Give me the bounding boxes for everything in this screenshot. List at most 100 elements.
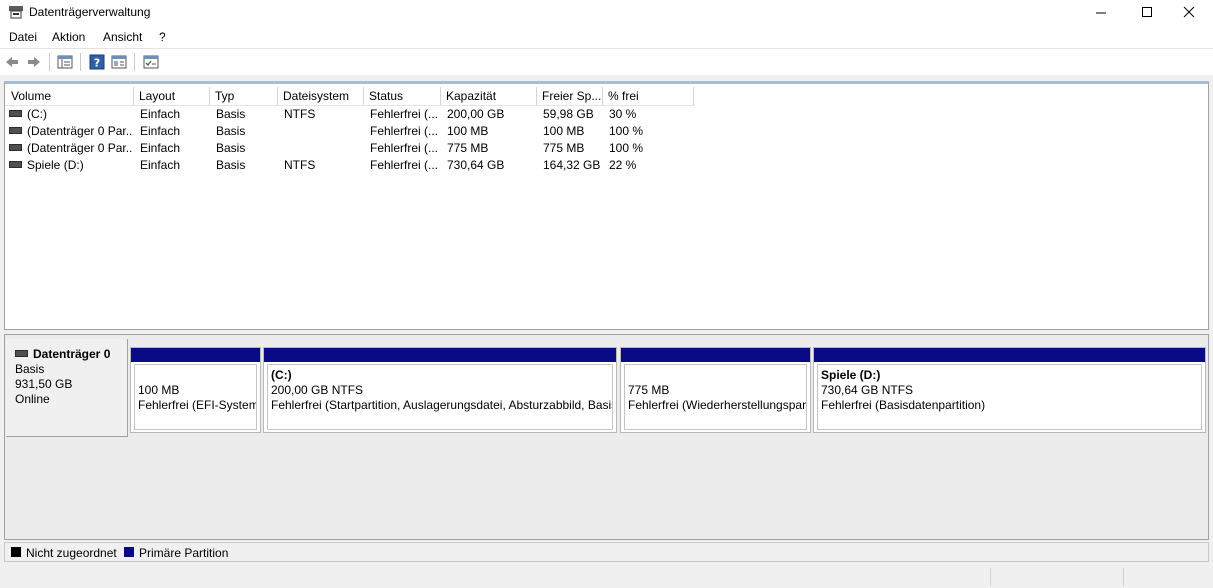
cell-status: Fehlerfrei (... [370,124,439,138]
table-row[interactable]: (Datenträger 0 Par... Einfach Basis Fehl… [5,123,1205,140]
properties-icon[interactable] [111,54,127,70]
settings-icon[interactable] [143,54,159,70]
partition-size: 200,00 GB NTFS [271,383,364,397]
minimize-icon [1096,12,1106,14]
cell-volume: Spiele (D:) [9,157,133,174]
cell-typ: Basis [216,107,246,121]
status-separator [990,568,991,586]
cell-volume: (C:) [9,106,133,123]
column-header-kapazitaet[interactable]: Kapazität [441,87,537,105]
legend: Nicht zugeordnet Primäre Partition [4,542,1209,562]
maximize-button[interactable] [1124,0,1170,26]
cell-layout: Einfach [140,141,181,155]
legend-swatch-unallocated [11,547,21,557]
legend-swatch-primary [124,547,134,557]
legend-label-unallocated: Nicht zugeordnet [26,546,117,560]
column-header-dateisystem[interactable]: Dateisystem [278,87,364,105]
close-button[interactable] [1166,0,1212,26]
status-bar [0,566,1213,588]
back-icon[interactable] [4,54,20,70]
partition-bar [131,348,260,362]
column-header-layout[interactable]: Layout [134,87,210,105]
partition-size: 730,64 GB NTFS [821,383,914,397]
table-row[interactable]: (Datenträger 0 Par... Einfach Basis Fehl… [5,140,1205,157]
title-bar: Datenträgerverwaltung [0,0,1213,26]
drive-icon [15,350,28,358]
table-row[interactable]: (C:) Einfach Basis NTFS Fehlerfrei (... … [5,106,1205,123]
cell-prozent-frei: 100 % [609,124,644,138]
cell-status: Fehlerfrei (... [370,107,439,121]
close-icon [1183,6,1195,18]
menu-bar: Datei Aktion Ansicht ? [0,26,1213,49]
forward-icon[interactable] [26,54,42,70]
toolbar-separator [80,53,81,71]
disk-info[interactable]: Datenträger 0 Basis 931,50 GB Online [6,339,128,437]
toolbar-separator [49,53,50,71]
partition-bar [814,348,1205,362]
partition-efi[interactable]: 100 MB Fehlerfrei (EFI-Systempartition) [130,347,261,433]
toolbar-separator [134,53,135,71]
volume-list: Volume Layout Typ Dateisystem Status Kap… [4,81,1209,330]
cell-kapazitaet: 730,64 GB [447,158,505,172]
cell-freier-speicher: 164,32 GB [543,158,601,172]
cell-prozent-frei: 22 % [609,158,637,172]
svg-text:?: ? [94,57,100,70]
cell-freier-speicher: 775 MB [543,141,585,155]
column-header-typ[interactable]: Typ [210,87,278,105]
disk-management-icon [9,6,23,19]
partition-bar [621,348,810,362]
partition-d[interactable]: Spiele (D:) 730,64 GB NTFS Fehlerfrei (B… [813,347,1206,433]
partition-status: Fehlerfrei (Wiederherstellungspartition) [628,398,807,412]
column-header-volume[interactable]: Volume [6,87,134,105]
partition-size: 775 MB [628,383,670,397]
status-separator [1123,568,1124,586]
column-header-prozent-frei[interactable]: % frei [603,87,694,105]
cell-layout: Einfach [140,124,181,138]
cell-prozent-frei: 100 % [609,141,644,155]
drive-icon [9,127,22,135]
partition-body: 775 MB Fehlerfrei (Wiederherstellungspar… [624,364,807,430]
help-icon[interactable]: ? [89,54,105,70]
cell-kapazitaet: 200,00 GB [447,107,505,121]
list-view-icon[interactable] [57,54,73,70]
partition-body: (C:) 200,00 GB NTFS Fehlerfrei (Startpar… [267,364,613,430]
cell-kapazitaet: 100 MB [447,124,489,138]
partition-title: Spiele (D:) [821,368,881,382]
partition-title [138,368,256,383]
menu-aktion[interactable]: Aktion [52,30,85,44]
cell-volume: (Datenträger 0 Par... [9,140,133,157]
legend-label-primary: Primäre Partition [139,546,229,560]
drive-icon [9,110,22,118]
table-row[interactable]: Spiele (D:) Einfach Basis NTFS Fehlerfre… [5,157,1205,174]
cell-dateisystem: NTFS [284,107,316,121]
cell-prozent-frei: 30 % [609,107,637,121]
menu-datei[interactable]: Datei [9,30,37,44]
partition-status: Fehlerfrei (Startpartition, Auslagerungs… [271,398,612,412]
partition-status: Fehlerfrei (Basisdatenpartition) [821,398,986,412]
partition-size: 100 MB [138,383,180,397]
cell-status: Fehlerfrei (... [370,141,439,155]
partition-bar [264,348,616,362]
cell-layout: Einfach [140,107,181,121]
menu-help[interactable]: ? [159,30,166,44]
maximize-icon [1142,7,1152,17]
disk-state: Online [15,392,50,406]
drive-icon [9,161,22,169]
partition-c[interactable]: (C:) 200,00 GB NTFS Fehlerfrei (Startpar… [263,347,617,433]
column-header-status[interactable]: Status [364,87,441,105]
cell-freier-speicher: 100 MB [543,124,585,138]
menu-ansicht[interactable]: Ansicht [103,30,142,44]
cell-layout: Einfach [140,158,181,172]
cell-freier-speicher: 59,98 GB [543,107,594,121]
cell-typ: Basis [216,124,246,138]
column-header-freier-speicher[interactable]: Freier Sp... [537,87,603,105]
cell-volume: (Datenträger 0 Par... [9,123,133,140]
partition-body: Spiele (D:) 730,64 GB NTFS Fehlerfrei (B… [817,364,1202,430]
minimize-button[interactable] [1078,0,1124,26]
cell-typ: Basis [216,141,246,155]
disk-map-pane: Datenträger 0 Basis 931,50 GB Online 100… [4,334,1209,540]
window-title: Datenträgerverwaltung [29,5,151,19]
partition-recovery[interactable]: 775 MB Fehlerfrei (Wiederherstellungspar… [620,347,811,433]
cell-status: Fehlerfrei (... [370,158,439,172]
drive-icon [9,144,22,152]
